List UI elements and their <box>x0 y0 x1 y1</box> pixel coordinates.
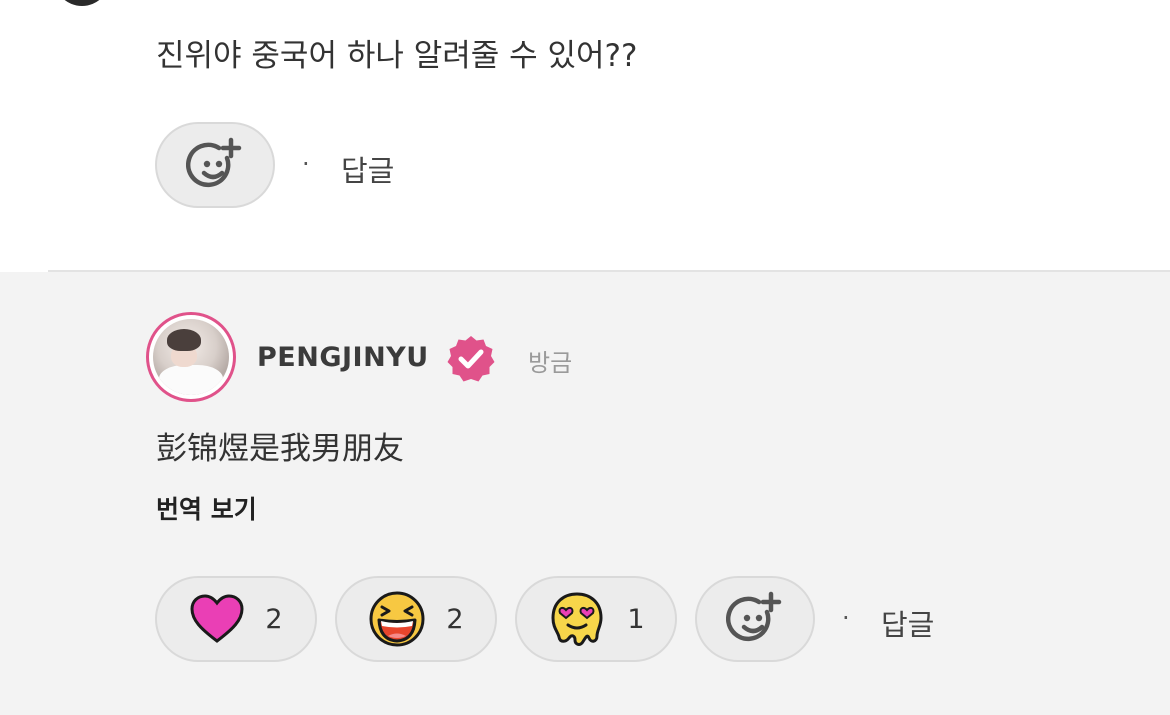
pink-heart-icon <box>190 594 244 643</box>
reaction-laugh-button[interactable]: 2 <box>335 576 497 662</box>
reaction-melting-button[interactable]: 1 <box>515 576 677 662</box>
comment-text: 진위야 중국어 하나 알려줄 수 있어?? <box>156 38 638 74</box>
translate-button[interactable]: 번역 보기 <box>156 490 257 526</box>
reaction-count: 2 <box>265 603 283 635</box>
comment-text: 彭锦煜是我男朋友 <box>156 431 404 467</box>
add-reaction-button[interactable] <box>155 122 275 208</box>
reaction-heart-button[interactable]: 2 <box>155 576 317 662</box>
avatar[interactable] <box>54 0 110 6</box>
smiley-plus-icon <box>726 591 782 642</box>
verified-badge-icon <box>447 336 495 382</box>
add-reaction-button[interactable] <box>695 576 815 662</box>
melting-heart-eyes-icon <box>551 592 603 646</box>
smiley-plus-icon <box>186 137 242 188</box>
profile-photo <box>153 319 229 395</box>
reaction-count: 1 <box>627 603 645 635</box>
separator-dot: · <box>842 604 850 632</box>
avatar[interactable] <box>146 312 236 402</box>
parent-comment: 진위야 중국어 하나 알려줄 수 있어?? · 답글 <box>0 0 1170 270</box>
separator-dot: · <box>302 150 310 178</box>
timestamp: 방금 <box>528 349 573 377</box>
reaction-count: 2 <box>446 603 464 635</box>
reply-button[interactable]: 답글 <box>881 602 934 644</box>
reply-button[interactable]: 답글 <box>341 148 394 190</box>
username[interactable]: PENGJINYU <box>257 342 429 373</box>
laughing-face-icon <box>369 591 425 647</box>
